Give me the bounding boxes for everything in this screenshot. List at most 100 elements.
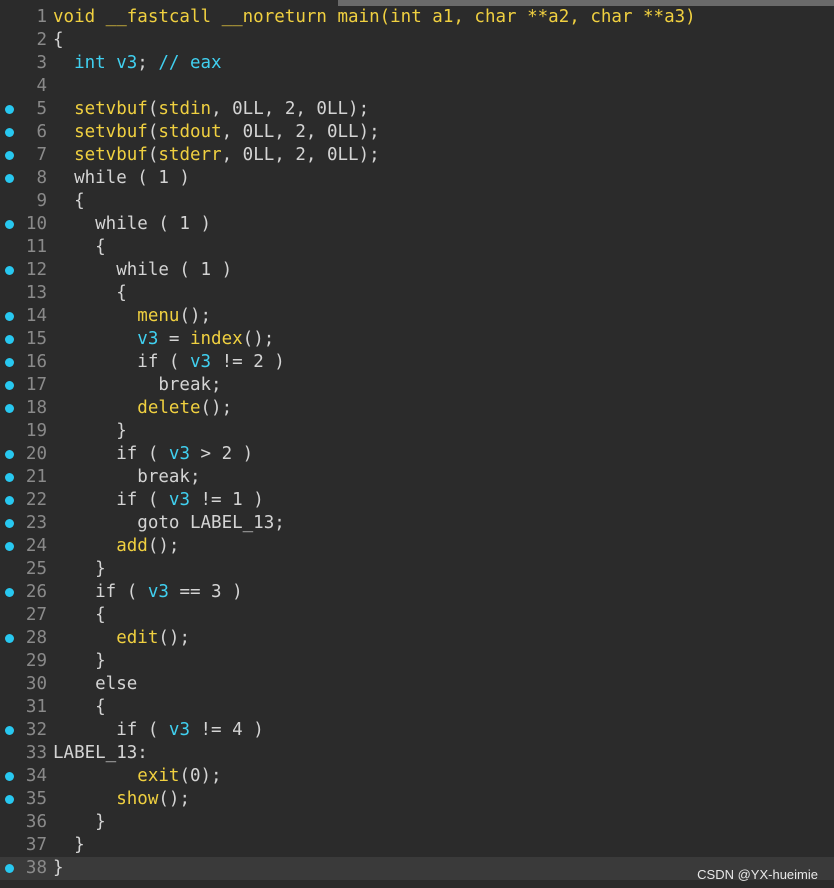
code-token: if ( [53, 490, 169, 510]
code-line[interactable]: 35 show(); [0, 788, 834, 811]
code-line[interactable]: 29 } [0, 650, 834, 673]
line-number: 5 [36, 99, 47, 119]
line-number: 1 [36, 7, 47, 27]
code-token: menu [137, 306, 180, 326]
code-line[interactable]: 22 if ( v3 != 1 ) [0, 489, 834, 512]
code-line[interactable]: 6 setvbuf(stdout, 0LL, 2, 0LL); [0, 121, 834, 144]
breakpoint-dot-icon[interactable] [5, 634, 14, 643]
code-token: int v3 [74, 53, 138, 73]
code-token: } [53, 421, 127, 441]
breakpoint-dot-icon[interactable] [5, 519, 14, 528]
code-text: if ( v3 > 2 ) [53, 443, 253, 466]
code-line[interactable]: 8 while ( 1 ) [0, 167, 834, 190]
code-editor[interactable]: 1 void __fastcall __noreturn main(int a1,… [0, 6, 834, 888]
code-line[interactable]: 4 [0, 75, 834, 98]
code-text: break; [53, 466, 200, 489]
code-line[interactable]: 36 } [0, 811, 834, 834]
code-text: while ( 1 ) [53, 167, 190, 190]
code-line[interactable]: 11 { [0, 236, 834, 259]
line-number: 4 [36, 76, 47, 96]
code-line[interactable]: 23 goto LABEL_13; [0, 512, 834, 535]
code-line[interactable]: 34 exit(0); [0, 765, 834, 788]
code-token: (); [158, 628, 190, 648]
code-line[interactable]: 1 void __fastcall __noreturn main(int a1,… [0, 6, 834, 29]
code-line[interactable]: 26 if ( v3 == 3 ) [0, 581, 834, 604]
code-line[interactable]: 20 if ( v3 > 2 ) [0, 443, 834, 466]
code-text: setvbuf(stderr, 0LL, 2, 0LL); [53, 144, 380, 167]
breakpoint-dot-icon[interactable] [5, 312, 14, 321]
breakpoint-dot-icon[interactable] [5, 473, 14, 482]
breakpoint-dot-icon[interactable] [5, 795, 14, 804]
code-line[interactable]: 7 setvbuf(stderr, 0LL, 2, 0LL); [0, 144, 834, 167]
code-token: ( [147, 122, 159, 142]
line-number: 14 [25, 306, 47, 326]
line-number: 16 [25, 352, 47, 372]
code-line[interactable]: 17 break; [0, 374, 834, 397]
code-text: } [53, 811, 106, 834]
breakpoint-dot-icon[interactable] [5, 174, 14, 183]
code-token: , 0LL, 2, 0LL); [221, 145, 380, 165]
code-line[interactable]: 10 while ( 1 ) [0, 213, 834, 236]
code-token: exit [137, 766, 180, 786]
code-line[interactable]: 18 delete(); [0, 397, 834, 420]
code-line[interactable]: 33 LABEL_13: [0, 742, 834, 765]
breakpoint-dot-icon[interactable] [5, 772, 14, 781]
breakpoint-dot-icon[interactable] [5, 450, 14, 459]
breakpoint-dot-icon[interactable] [5, 358, 14, 367]
code-text: { [53, 236, 106, 259]
line-number: 22 [25, 490, 47, 510]
breakpoint-dot-icon[interactable] [5, 588, 14, 597]
code-line[interactable]: 27 { [0, 604, 834, 627]
code-line[interactable]: 15 v3 = index(); [0, 328, 834, 351]
code-line[interactable]: 14 menu(); [0, 305, 834, 328]
code-line[interactable]: 25 } [0, 558, 834, 581]
code-line[interactable]: 2{ [0, 29, 834, 52]
code-line[interactable]: 3 int v3; // eax [0, 52, 834, 75]
code-token: > 2 ) [189, 444, 254, 464]
code-line[interactable]: 9 { [0, 190, 834, 213]
breakpoint-dot-icon[interactable] [5, 542, 14, 551]
code-text: { [53, 696, 106, 719]
code-token: } [53, 835, 85, 855]
code-text: add(); [53, 535, 179, 558]
breakpoint-dot-icon[interactable] [5, 404, 14, 413]
line-number: 35 [25, 789, 47, 809]
breakpoint-dot-icon[interactable] [5, 381, 14, 390]
code-line[interactable]: 28 edit(); [0, 627, 834, 650]
code-token: stderr [158, 145, 222, 165]
breakpoint-dot-icon[interactable] [5, 151, 14, 160]
breakpoint-dot-icon[interactable] [5, 105, 14, 114]
code-line[interactable]: 13 { [0, 282, 834, 305]
code-line[interactable]: 37 } [0, 834, 834, 857]
code-text: setvbuf(stdout, 0LL, 2, 0LL); [53, 121, 380, 144]
breakpoint-dot-icon[interactable] [5, 496, 14, 505]
breakpoint-dot-icon[interactable] [5, 266, 14, 275]
code-line[interactable]: 32 if ( v3 != 4 ) [0, 719, 834, 742]
code-line[interactable]: 16 if ( v3 != 2 ) [0, 351, 834, 374]
watermark: CSDN @YX-hueimie [697, 867, 818, 882]
code-text: } [53, 650, 106, 673]
line-number: 37 [25, 835, 47, 855]
code-line[interactable]: 30 else [0, 673, 834, 696]
line-number: 29 [25, 651, 47, 671]
line-number: 32 [25, 720, 47, 740]
breakpoint-dot-icon[interactable] [5, 220, 14, 229]
code-line[interactable]: 31 { [0, 696, 834, 719]
code-line[interactable]: 24 add(); [0, 535, 834, 558]
breakpoint-dot-icon[interactable] [5, 726, 14, 735]
code-line[interactable]: 21 break; [0, 466, 834, 489]
code-line[interactable]: 12 while ( 1 ) [0, 259, 834, 282]
code-text: } [53, 834, 85, 857]
breakpoint-dot-icon[interactable] [5, 335, 14, 344]
code-token: , 0LL, 2, 0LL); [211, 99, 370, 119]
code-token: if ( [53, 444, 169, 464]
code-token: v3 [189, 352, 212, 372]
code-line[interactable]: 19 } [0, 420, 834, 443]
code-text: delete(); [53, 397, 232, 420]
line-number: 7 [36, 145, 47, 165]
code-line[interactable]: 5 setvbuf(stdin, 0LL, 2, 0LL); [0, 98, 834, 121]
breakpoint-dot-icon[interactable] [5, 864, 14, 873]
breakpoint-dot-icon[interactable] [5, 128, 14, 137]
